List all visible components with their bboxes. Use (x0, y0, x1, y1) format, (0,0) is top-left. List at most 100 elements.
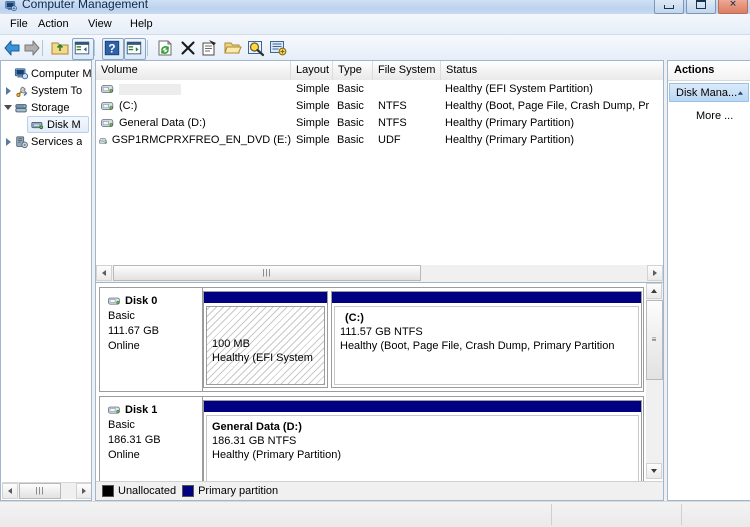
tree-node-storage[interactable]: Storage (3, 99, 70, 116)
create-vhd-button[interactable] (268, 38, 288, 58)
scroll-left-button[interactable] (2, 483, 18, 499)
scrollbar-thumb[interactable]: ||| (19, 483, 61, 499)
volume-cell-layout: Simple (296, 83, 330, 95)
disk-management-icon (31, 121, 44, 129)
scrollbar-thumb[interactable]: ||| (113, 265, 421, 281)
menu-bar: File Action View Help (0, 14, 750, 35)
partition-color-bar (204, 401, 641, 413)
menu-file[interactable]: File (4, 17, 34, 31)
volume-list-area: Volume Layout Type File System Status Si… (96, 61, 663, 283)
graphical-disk-view: Disk 0 Basic 111.67 GB Online 100 MB Hea… (96, 283, 663, 500)
up-one-level-button[interactable] (50, 38, 70, 58)
show-hide-action-pane-button[interactable] (124, 38, 146, 60)
table-row[interactable]: General Data (D:) Simple Basic NTFS Heal… (96, 115, 663, 132)
volume-cell-name (101, 81, 291, 98)
chevron-right-icon[interactable] (3, 85, 14, 96)
tree-node-system-tools[interactable]: System To (3, 82, 82, 99)
scroll-down-button[interactable] (646, 463, 662, 479)
restore-button[interactable] (686, 0, 716, 14)
refresh-button[interactable] (155, 38, 175, 58)
volume-cell-status: Healthy (Primary Partition) (445, 134, 574, 146)
tree-label: Services a (31, 135, 83, 148)
table-row[interactable]: Simple Basic Healthy (EFI System Partiti… (96, 81, 663, 98)
open-button[interactable] (223, 38, 243, 58)
scroll-left-button[interactable] (96, 265, 112, 281)
tree-node-disk-management[interactable]: Disk M (27, 116, 89, 133)
volume-cell-status: Healthy (EFI System Partition) (445, 83, 593, 95)
disk-icon (108, 297, 120, 305)
properties-button[interactable] (200, 38, 220, 58)
minimize-button[interactable] (654, 0, 684, 14)
status-bar (0, 501, 750, 527)
computer-icon (14, 67, 29, 79)
legend-swatch-primary (182, 485, 195, 497)
volume-name-label: (C:) (119, 100, 138, 112)
create-vhd-icon (270, 41, 287, 56)
chevron-down-icon[interactable] (3, 102, 14, 113)
volume-cell-layout: Simple (296, 117, 330, 129)
disk-state: Online (108, 340, 140, 352)
partition-c-drive[interactable]: (C:) 111.57 GB NTFS Healthy (Boot, Page … (331, 291, 642, 388)
disk-type: Basic (108, 310, 135, 322)
actions-item-more[interactable]: More ... (668, 110, 750, 122)
delete-button[interactable] (178, 38, 198, 58)
volume-cell-layout: Simple (296, 134, 330, 146)
legend-label: Unallocated (118, 485, 177, 497)
table-row[interactable]: (C:) Simple Basic NTFS Healthy (Boot, Pa… (96, 98, 663, 115)
close-button[interactable]: ✕ (718, 0, 748, 14)
partition-size: 100 MB (212, 338, 250, 350)
tree-node-services-and-applications[interactable]: Services a (3, 133, 82, 150)
partition-efi-system[interactable]: 100 MB Healthy (EFI System (203, 291, 328, 388)
menu-view[interactable]: View (82, 17, 118, 31)
column-header-type[interactable]: Type (333, 61, 373, 80)
forward-button[interactable] (22, 38, 42, 58)
volume-icon (101, 85, 114, 93)
volume-name-label: General Data (D:) (119, 117, 206, 129)
volume-cell-name: General Data (D:) (101, 115, 291, 132)
partition-body: (C:) 111.57 GB NTFS Healthy (Boot, Page … (334, 306, 639, 385)
partition-status: Healthy (EFI System (212, 352, 313, 364)
console-tree-pane[interactable]: Computer Ma System To Storage Disk M Ser… (0, 60, 92, 501)
table-row[interactable]: GSP1RMCPRXFREO_EN_DVD (E:) Simple Basic … (96, 132, 663, 149)
show-hide-console-tree-button[interactable] (72, 38, 94, 60)
disk-type: Basic (108, 419, 135, 431)
volume-cell-type: Basic (337, 83, 364, 95)
disk-info-disk-0[interactable]: Disk 0 Basic 111.67 GB Online (100, 288, 203, 391)
chevron-up-icon[interactable] (737, 89, 744, 97)
help-button[interactable]: ? (102, 38, 124, 60)
partition-color-bar (332, 292, 641, 304)
disk-icon (108, 406, 120, 414)
disk-state: Online (108, 449, 140, 461)
toolbar-separator-2 (94, 40, 95, 56)
column-header-file-system[interactable]: File System (373, 61, 441, 80)
system-tools-icon (16, 86, 28, 97)
tree-horizontal-scrollbar[interactable]: ||| (2, 482, 91, 499)
window-title: Computer Management (22, 0, 149, 11)
tree-node-computer-management[interactable]: Computer Ma (3, 65, 91, 82)
graphical-view-vertical-scrollbar[interactable]: ≡ (646, 283, 663, 479)
menu-help[interactable]: Help (124, 17, 159, 31)
forward-icon (24, 40, 40, 56)
column-header-layout[interactable]: Layout (291, 61, 333, 80)
volume-cell-layout: Simple (296, 100, 330, 112)
column-header-status[interactable]: Status (441, 61, 663, 80)
scroll-right-button[interactable] (76, 483, 91, 499)
partition-label: General Data (D:) (212, 421, 302, 433)
actions-item-label: Disk Mana... (676, 86, 738, 99)
tree-label: Storage (31, 101, 70, 114)
back-button[interactable] (2, 38, 22, 58)
scrollbar-thumb[interactable]: ≡ (646, 300, 663, 380)
scroll-up-button[interactable] (646, 283, 662, 299)
title-bar[interactable]: Computer Management ✕ (0, 0, 750, 15)
cdrom-icon (99, 137, 107, 144)
scroll-right-button[interactable] (647, 265, 663, 281)
rescan-disks-button[interactable] (246, 38, 266, 58)
chevron-right-icon[interactable] (3, 136, 14, 147)
column-header-volume[interactable]: Volume (96, 61, 291, 80)
volume-list-horizontal-scrollbar[interactable]: ||| (96, 265, 663, 282)
disk-size: 111.67 GB (108, 325, 159, 337)
actions-item-disk-management[interactable]: Disk Mana... (669, 83, 749, 102)
disk-row-disk-0[interactable]: Disk 0 Basic 111.67 GB Online 100 MB Hea… (99, 287, 644, 392)
menu-action[interactable]: Action (32, 17, 75, 31)
partition-size: 111.57 GB NTFS (340, 326, 423, 338)
